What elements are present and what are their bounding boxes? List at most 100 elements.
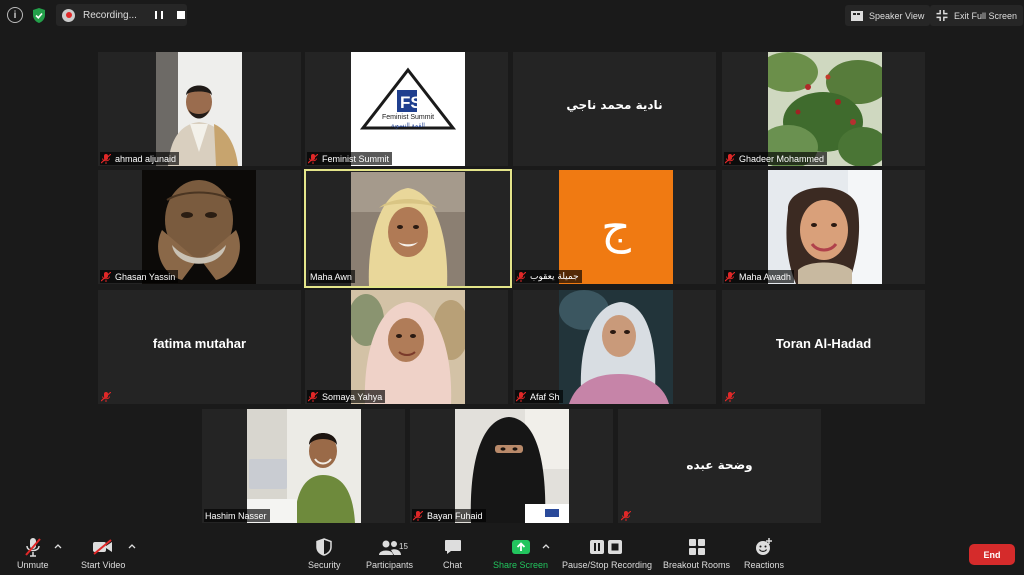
- participant-tile[interactable]: وضحة عبده: [618, 409, 821, 523]
- speaker-view-label: Speaker View: [869, 10, 925, 21]
- svg-text:القمة النسوية: القمة النسوية: [391, 122, 425, 129]
- participant-name-label: ahmad aljunaid: [100, 152, 180, 165]
- video-off-icon: [93, 539, 113, 555]
- participant-name-label: [620, 509, 638, 522]
- share-screen-button[interactable]: Share Screen: [493, 537, 548, 570]
- participant-display-name: وضحة عبده: [686, 458, 753, 472]
- exit-fullscreen-button[interactable]: Exit Full Screen: [930, 5, 1024, 26]
- active-speaker-tile[interactable]: Maha Awn: [304, 169, 512, 288]
- mic-muted-icon: [516, 271, 526, 282]
- chat-button[interactable]: Chat: [443, 537, 462, 570]
- pause-icon: [155, 11, 163, 19]
- participant-name-label: Ghasan Yassin: [100, 270, 179, 283]
- svg-text:FS: FS: [400, 93, 422, 112]
- participant-name-label: Feminist Summit: [307, 152, 393, 165]
- speaker-view-button[interactable]: Speaker View: [845, 5, 931, 26]
- participant-name-label: Afaf Sh: [515, 390, 563, 403]
- start-video-button[interactable]: Start Video: [81, 537, 125, 570]
- stop-recording-button[interactable]: [175, 9, 187, 21]
- participant-tile[interactable]: Toran Al-Hadad: [722, 290, 925, 404]
- participant-video: [768, 52, 882, 166]
- pause-stop-recording-icon: [590, 540, 623, 554]
- participant-tile[interactable]: fatima mutahar: [98, 290, 301, 404]
- recording-dot-icon: [62, 8, 75, 22]
- participant-tile[interactable]: ج جميلة يعقوب: [513, 170, 716, 284]
- participant-name-label: Ghadeer Mohammed: [724, 152, 828, 165]
- top-bar: i Recording... Speaker View Exit Full Sc…: [0, 0, 1024, 32]
- mic-muted-icon: [308, 391, 318, 402]
- mic-muted-icon: [308, 153, 318, 164]
- participant-video: [142, 170, 256, 284]
- mic-muted-icon: [725, 271, 735, 282]
- recording-label: Recording...: [83, 9, 137, 21]
- participant-tile[interactable]: Afaf Sh: [513, 290, 716, 404]
- mic-muted-icon: [621, 510, 631, 521]
- speaker-view-icon: [851, 10, 863, 21]
- participant-video: [156, 52, 242, 166]
- reactions-smiley-icon: [756, 538, 773, 555]
- participant-tile[interactable]: ahmad aljunaid: [98, 52, 301, 166]
- reactions-button[interactable]: Reactions: [744, 537, 784, 570]
- mic-muted-icon: [101, 153, 111, 164]
- mic-muted-icon: [101, 271, 111, 282]
- participant-video: [351, 172, 465, 286]
- participant-name-label: Maha Awn: [309, 270, 355, 283]
- participant-name-label: Maha Awadh: [724, 270, 794, 283]
- mic-muted-icon: [725, 391, 735, 402]
- chat-bubble-icon: [444, 540, 461, 554]
- svg-text:Feminist Summit: Feminist Summit: [382, 114, 434, 121]
- security-shield-icon: [316, 538, 332, 556]
- share-options-chevron-up-icon[interactable]: [542, 543, 550, 549]
- participant-video: [455, 409, 569, 523]
- pause-stop-recording-button[interactable]: Pause/Stop Recording: [562, 537, 652, 570]
- participant-video: [247, 409, 361, 523]
- recording-indicator: Recording...: [56, 4, 187, 26]
- mic-muted-icon: [516, 391, 526, 402]
- meeting-info-icon[interactable]: i: [7, 7, 23, 23]
- participant-tile[interactable]: Somaya Yahya: [305, 290, 508, 404]
- video-options-chevron-up-icon[interactable]: [128, 543, 136, 549]
- zoom-meeting-window: i Recording... Speaker View Exit Full Sc…: [0, 0, 1024, 575]
- participant-name-label: Bayan Fuhaid: [412, 509, 486, 522]
- participant-tile[interactable]: FS Feminist Summit القمة النسوية Feminis…: [305, 52, 508, 166]
- encryption-shield-icon[interactable]: [31, 7, 47, 24]
- audio-options-chevron-up-icon[interactable]: [54, 543, 62, 549]
- unmute-button[interactable]: Unmute: [17, 537, 49, 570]
- pause-recording-button[interactable]: [153, 9, 165, 21]
- participant-tile[interactable]: Maha Awadh: [722, 170, 925, 284]
- participants-icon: [378, 540, 401, 555]
- participant-display-name: fatima mutahar: [152, 336, 247, 351]
- participant-name-label: [724, 390, 742, 403]
- participant-tile[interactable]: Ghadeer Mohammed: [722, 52, 925, 166]
- security-button[interactable]: Security: [308, 537, 341, 570]
- mic-muted-icon: [413, 510, 423, 521]
- exit-fullscreen-label: Exit Full Screen: [954, 10, 1018, 21]
- participant-video: [351, 290, 465, 404]
- mic-muted-icon: [24, 538, 41, 557]
- participant-tile[interactable]: Bayan Fuhaid: [410, 409, 613, 523]
- breakout-rooms-grid-icon: [688, 539, 705, 555]
- participants-count: 15: [399, 542, 408, 551]
- participant-name-label: جميلة يعقوب: [515, 270, 582, 283]
- share-screen-arrow-icon: [511, 540, 530, 554]
- exit-fullscreen-icon: [936, 10, 948, 21]
- participant-name-label: Hashim Nasser: [204, 509, 270, 522]
- end-meeting-button[interactable]: End: [969, 544, 1015, 565]
- participant-name-label: [100, 390, 118, 403]
- stop-icon: [177, 11, 185, 19]
- participant-display-name: Toran Al-Hadad: [775, 336, 872, 351]
- breakout-rooms-button[interactable]: Breakout Rooms: [663, 537, 730, 570]
- participant-video: [768, 170, 882, 284]
- mic-muted-icon: [101, 391, 111, 402]
- participant-avatar: ج: [559, 170, 673, 284]
- participant-video: [559, 290, 673, 404]
- feminist-summit-logo: FS Feminist Summit القمة النسوية: [351, 52, 465, 166]
- avatar-letter: ج: [601, 200, 631, 254]
- participant-tile[interactable]: Ghasan Yassin: [98, 170, 301, 284]
- meeting-toolbar: Unmute Start Video Security Participants…: [0, 531, 1024, 575]
- participant-display-name: نادية محمد ناجي: [566, 98, 663, 112]
- mic-muted-icon: [725, 153, 735, 164]
- participant-tile[interactable]: نادية محمد ناجي: [513, 52, 716, 166]
- participant-name-label: Somaya Yahya: [307, 390, 386, 403]
- participant-tile[interactable]: Hashim Nasser: [202, 409, 405, 523]
